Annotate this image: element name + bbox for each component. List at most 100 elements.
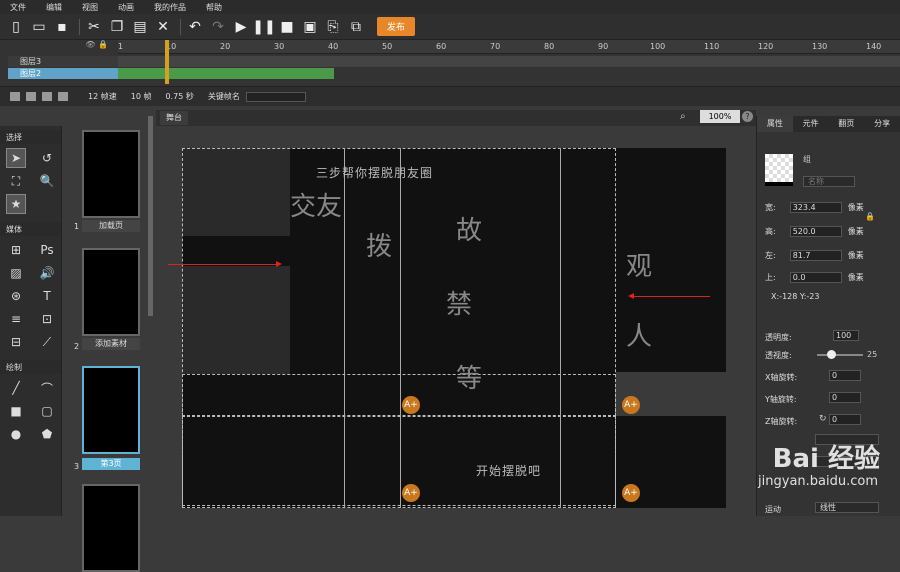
stage-tabbar: 舞台	[156, 110, 756, 126]
opacity-input[interactable]: 100	[833, 330, 859, 341]
stage-canvas[interactable]: 三步帮你摆脱朋友圈 交友 拨 故 禁 等 观 人 开始摆脱吧 A+ A+ A+ …	[156, 126, 754, 516]
video-tool-icon[interactable]: ⊛	[6, 286, 26, 306]
add-element-button[interactable]: A+	[622, 396, 640, 414]
keyframe-name-input[interactable]	[245, 91, 306, 102]
timeline: 👁 🔒 1 10 20 30 40 50 60 70 80 90 100 110…	[0, 40, 900, 86]
canvas-glyph: 交友	[290, 192, 343, 222]
layer-row-3[interactable]: 图层3	[8, 56, 118, 67]
page-thumb-1[interactable]	[82, 130, 140, 218]
transform-tool-icon[interactable]: ⛶	[6, 171, 26, 191]
tab-page-turn[interactable]: 翻页	[829, 116, 865, 132]
layer-row-2[interactable]: 图层2	[8, 68, 118, 79]
pointer-tool-icon[interactable]: ➤	[6, 148, 26, 168]
page-label[interactable]: 添加素材	[82, 338, 140, 350]
copy-layer-icon[interactable]	[42, 92, 52, 101]
circle-tool-icon[interactable]: ●	[6, 424, 26, 444]
add-element-button[interactable]: A+	[622, 484, 640, 502]
menu-my-works[interactable]: 我的作品	[144, 2, 196, 13]
motion-select[interactable]: 线性	[815, 502, 879, 513]
cut-icon[interactable]: ✂	[84, 18, 104, 36]
timeline-ruler[interactable]: 1 10 20 30 40 50 60 70 80 90 100 110 120…	[118, 40, 900, 54]
top-label: 上:	[765, 273, 776, 282]
code-icon[interactable]: ⧉	[346, 18, 366, 36]
folder-layer-icon[interactable]	[26, 92, 36, 101]
playhead[interactable]	[165, 40, 169, 84]
redo-icon[interactable]: ↷	[208, 18, 228, 36]
stage-tab[interactable]: 舞台	[160, 111, 188, 125]
zoom-select[interactable]: 100%	[700, 110, 740, 123]
photoshop-tool-icon[interactable]: Ps	[37, 240, 57, 260]
widget-tool-icon[interactable]: ⊟	[6, 332, 26, 352]
menu-view[interactable]: 视图	[72, 2, 108, 13]
star-tool-icon[interactable]: ★	[6, 194, 26, 214]
help-icon[interactable]: ?	[742, 111, 753, 122]
play-icon[interactable]: ▶	[231, 18, 251, 36]
tab-component[interactable]: 元件	[793, 116, 829, 132]
tab-share[interactable]: 分享	[864, 116, 900, 132]
grid-tool-icon[interactable]: ⊞	[6, 240, 26, 260]
page-thumb-4[interactable]	[82, 484, 140, 572]
image-tool-icon[interactable]: ▨	[6, 263, 26, 283]
ruler-tick: 60	[436, 42, 447, 51]
page-label[interactable]: 加载页	[82, 220, 140, 232]
list-tool-icon[interactable]: ≡	[6, 309, 26, 329]
undo-icon[interactable]: ↶	[185, 18, 205, 36]
audio-tool-icon[interactable]: 🔊	[37, 263, 57, 283]
publish-button[interactable]: 发布	[377, 17, 416, 36]
xrot-input[interactable]: 0	[829, 370, 861, 381]
search-icon[interactable]: ⌕	[680, 111, 686, 122]
open-folder-icon[interactable]: ▭	[29, 18, 49, 36]
width-input[interactable]: 323.4	[789, 202, 842, 213]
line-tool-icon[interactable]: ╱	[6, 378, 26, 398]
width-label: 宽:	[765, 203, 776, 212]
lasso-tool-icon[interactable]: ↺	[37, 148, 57, 168]
add-element-button[interactable]: A+	[402, 396, 420, 414]
menu-file[interactable]: 文件	[0, 2, 36, 13]
delete-layer-icon[interactable]	[58, 92, 68, 101]
rectangle-tool-icon[interactable]: ■	[6, 401, 26, 421]
height-input[interactable]: 520.0	[789, 226, 842, 237]
add-layer-icon[interactable]	[10, 92, 20, 101]
page-label[interactable]: 第3页	[82, 458, 140, 470]
new-file-icon[interactable]: ▯	[6, 18, 26, 36]
pentagon-tool-icon[interactable]: ⬟	[37, 424, 57, 444]
left-input[interactable]: 81.7	[789, 250, 842, 261]
page-thumb-2[interactable]	[82, 248, 140, 336]
curve-tool-icon[interactable]: ⌒	[37, 378, 57, 398]
lock-icon[interactable]: 🔒	[865, 212, 875, 221]
tab-properties[interactable]: 属性	[757, 116, 793, 132]
top-input[interactable]: 0.0	[789, 272, 842, 283]
delete-icon[interactable]: ✕	[153, 18, 173, 36]
add-element-button[interactable]: A+	[402, 484, 420, 502]
stop-icon[interactable]: ■	[277, 18, 297, 36]
menu-animation[interactable]: 动画	[108, 2, 144, 13]
frame-tool-icon[interactable]: ⊡	[37, 309, 57, 329]
rounded-rect-tool-icon[interactable]: ▢	[37, 401, 57, 421]
zrot-input[interactable]: 0	[829, 414, 861, 425]
section-media[interactable]: 媒体	[0, 222, 61, 236]
layer-track-3[interactable]	[118, 56, 900, 67]
paste-icon[interactable]: ▤	[130, 18, 150, 36]
preview-icon[interactable]: ▣	[300, 18, 320, 36]
xrot-label: X轴旋转:	[765, 373, 798, 382]
blur-slider[interactable]	[817, 354, 863, 356]
guide-line	[344, 148, 345, 508]
page-thumb-3[interactable]	[82, 366, 140, 454]
menu-help[interactable]: 帮助	[196, 2, 232, 13]
menu-edit[interactable]: 编辑	[36, 2, 72, 13]
layer-track-2[interactable]	[118, 68, 334, 79]
unit-label: 像素	[847, 203, 864, 212]
blur-slider-handle[interactable]	[827, 350, 836, 359]
pause-icon[interactable]: ❚❚	[252, 18, 275, 36]
save-icon[interactable]: ▪	[52, 18, 72, 36]
section-select[interactable]: 选择	[0, 130, 61, 144]
zoom-tool-icon[interactable]: 🔍	[37, 171, 57, 191]
pages-scrollbar[interactable]	[148, 116, 153, 316]
copy-icon[interactable]: ❐	[107, 18, 127, 36]
text-tool-icon[interactable]: T	[37, 286, 57, 306]
yrot-input[interactable]: 0	[829, 392, 861, 403]
section-draw[interactable]: 绘制	[0, 360, 61, 374]
name-field[interactable]: 名称	[803, 176, 855, 187]
export-icon[interactable]: ⎘	[323, 18, 343, 36]
chart-tool-icon[interactable]: ⟋	[37, 332, 57, 352]
